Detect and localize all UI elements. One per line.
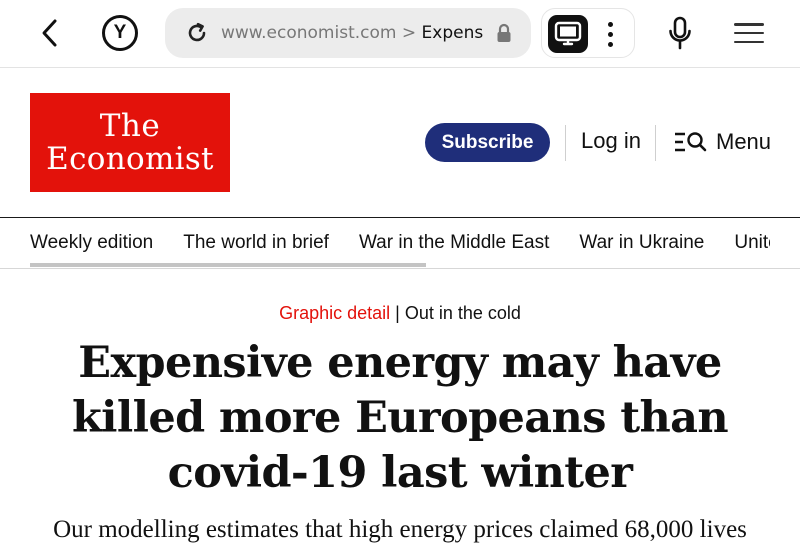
article-kicker: Graphic detail | Out in the cold bbox=[0, 303, 800, 324]
yandex-button[interactable]: Y bbox=[102, 15, 138, 51]
menu-search-icon bbox=[675, 132, 707, 152]
menu-button[interactable]: Menu bbox=[674, 127, 771, 157]
reload-icon[interactable] bbox=[185, 21, 209, 45]
microphone-icon bbox=[669, 16, 691, 50]
url-domain: www.economist.com bbox=[221, 23, 397, 43]
section-nav: Weekly edition The world in brief War in… bbox=[0, 217, 800, 269]
section-link[interactable]: Graphic detail bbox=[279, 303, 390, 323]
login-link[interactable]: Log in bbox=[581, 128, 641, 154]
kicker-separator: | bbox=[390, 303, 405, 323]
voice-search-button[interactable] bbox=[664, 14, 696, 52]
nav-item-weekly-edition[interactable]: Weekly edition bbox=[30, 232, 153, 254]
nav-item-war-ukraine[interactable]: War in Ukraine bbox=[579, 232, 704, 254]
subscribe-button[interactable]: Subscribe bbox=[425, 123, 550, 162]
tabs-button[interactable] bbox=[548, 15, 588, 53]
logo-line-1: The bbox=[99, 107, 161, 144]
nav-item-world-in-brief[interactable]: The world in brief bbox=[183, 232, 329, 254]
address-bar[interactable]: www.economist.com > Expensive bbox=[165, 8, 531, 58]
url-separator: > bbox=[396, 23, 422, 43]
header-divider bbox=[565, 125, 566, 161]
nav-overflow-mask bbox=[770, 219, 800, 267]
url-path: Expensive bbox=[421, 23, 483, 43]
menu-label: Menu bbox=[716, 129, 772, 154]
lock-icon[interactable] bbox=[495, 23, 513, 43]
rubric: Out in the cold bbox=[404, 303, 521, 323]
section-nav-items: Weekly edition The world in brief War in… bbox=[30, 218, 800, 268]
logo-line-2: Economist bbox=[46, 140, 214, 177]
economist-logo[interactable]: The Economist bbox=[30, 93, 230, 192]
header-divider bbox=[655, 125, 656, 161]
article-headline: Expensive energy may have killed more Eu… bbox=[71, 338, 729, 498]
yandex-icon: Y bbox=[113, 22, 127, 43]
hamburger-icon[interactable] bbox=[734, 20, 764, 46]
tabs-icon bbox=[554, 21, 582, 46]
nav-scrollbar[interactable] bbox=[30, 263, 426, 267]
url-text: www.economist.com > Expensive bbox=[221, 23, 483, 43]
article-dek: Our modelling estimates that high energy… bbox=[53, 516, 747, 543]
kebab-icon[interactable] bbox=[600, 17, 620, 51]
nav-item-war-middle-east[interactable]: War in the Middle East bbox=[359, 232, 549, 254]
browser-toolbar: Y www.economist.com > Expensive bbox=[0, 0, 800, 68]
tabs-group bbox=[541, 8, 635, 58]
chevron-left-icon bbox=[42, 19, 57, 47]
back-button[interactable] bbox=[34, 14, 66, 52]
